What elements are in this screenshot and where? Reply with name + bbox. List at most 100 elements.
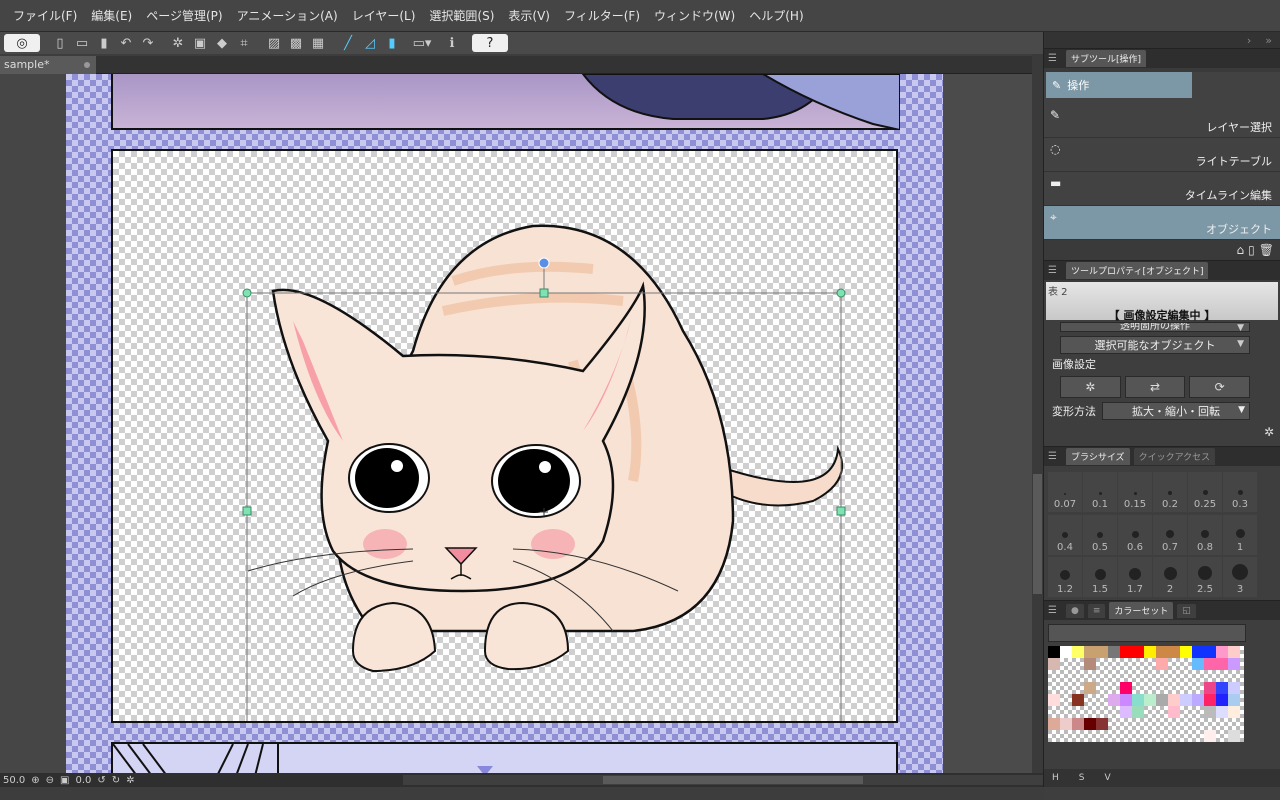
subtool-item-layer-select[interactable]: ✎ レイヤー選択 bbox=[1044, 104, 1280, 138]
color-swatch[interactable] bbox=[1168, 730, 1180, 742]
color-swatch[interactable] bbox=[1096, 694, 1108, 706]
menu-help[interactable]: ヘルプ(H) bbox=[742, 7, 810, 24]
panel-menu-icon[interactable]: ☰ bbox=[1048, 53, 1062, 64]
color-swatch[interactable] bbox=[1168, 646, 1180, 658]
info-icon[interactable]: ℹ bbox=[442, 34, 462, 52]
color-swatch[interactable] bbox=[1060, 646, 1072, 658]
color-swatch[interactable] bbox=[1192, 670, 1204, 682]
help-icon[interactable]: ? bbox=[472, 34, 508, 52]
menu-layer[interactable]: レイヤー(L) bbox=[345, 7, 423, 24]
open-folder-icon[interactable]: ▭ bbox=[72, 34, 92, 52]
color-swatch[interactable] bbox=[1156, 730, 1168, 742]
color-swatch[interactable] bbox=[1108, 694, 1120, 706]
transform-icon[interactable]: ▣ bbox=[190, 34, 210, 52]
color-swatch[interactable] bbox=[1228, 646, 1240, 658]
color-swatch[interactable] bbox=[1072, 718, 1084, 730]
color-swatch[interactable] bbox=[1072, 706, 1084, 718]
redo-icon[interactable]: ↷ bbox=[138, 34, 158, 52]
color-swatch[interactable] bbox=[1096, 646, 1108, 658]
trash-icon[interactable]: 🗑 bbox=[1259, 243, 1274, 257]
color-swatch[interactable] bbox=[1084, 730, 1096, 742]
brush-size-cell[interactable]: 2.5 bbox=[1188, 557, 1222, 598]
color-swatch[interactable] bbox=[1192, 694, 1204, 706]
color-swatch[interactable] bbox=[1096, 706, 1108, 718]
color-swatch[interactable] bbox=[1120, 670, 1132, 682]
flip-icon[interactable]: ⇄ bbox=[1124, 376, 1186, 398]
color-swatch[interactable] bbox=[1060, 718, 1072, 730]
color-swatch[interactable] bbox=[1108, 706, 1120, 718]
snap-grid-icon[interactable]: ▮ bbox=[382, 34, 402, 52]
color-swatch[interactable] bbox=[1180, 670, 1192, 682]
color-swatch[interactable] bbox=[1108, 646, 1120, 658]
brush-size-cell[interactable]: 1.7 bbox=[1118, 557, 1152, 598]
color-swatch[interactable] bbox=[1228, 718, 1240, 730]
fit-icon[interactable]: ▣ bbox=[60, 775, 69, 786]
new-subtool-icon[interactable]: ▯ bbox=[1248, 243, 1255, 257]
tool-property-tab[interactable]: ツールプロパティ[オブジェクト] bbox=[1066, 262, 1209, 279]
color-swatch[interactable] bbox=[1180, 718, 1192, 730]
dock-expand-icon[interactable]: › bbox=[1247, 34, 1251, 47]
color-swatch[interactable] bbox=[1156, 718, 1168, 730]
color-swatch[interactable] bbox=[1228, 682, 1240, 694]
color-swatch[interactable] bbox=[1048, 646, 1060, 658]
color-wheel-tab-icon[interactable]: ● bbox=[1066, 603, 1084, 618]
color-swatch[interactable] bbox=[1216, 694, 1228, 706]
color-swatch[interactable] bbox=[1060, 694, 1072, 706]
canvas-area[interactable] bbox=[0, 74, 1032, 774]
canvas-horizontal-scrollbar[interactable] bbox=[403, 775, 1043, 785]
color-swatch[interactable] bbox=[1096, 718, 1108, 730]
undo-icon[interactable]: ↶ bbox=[116, 34, 136, 52]
panel-menu-icon[interactable]: ☰ bbox=[1048, 605, 1062, 616]
color-swatch[interactable] bbox=[1204, 682, 1216, 694]
color-swatch[interactable] bbox=[1048, 706, 1060, 718]
zoom-in-icon[interactable]: ⊕ bbox=[31, 775, 39, 786]
color-swatch[interactable] bbox=[1120, 658, 1132, 670]
brush-size-cell[interactable]: 0.3 bbox=[1223, 472, 1257, 512]
value-mode[interactable]: V bbox=[1105, 773, 1111, 783]
color-swatch[interactable] bbox=[1084, 706, 1096, 718]
color-swatch[interactable] bbox=[1096, 682, 1108, 694]
color-swatch[interactable] bbox=[1204, 658, 1216, 670]
brush-size-cell[interactable]: 0.25 bbox=[1188, 472, 1222, 512]
color-swatch[interactable] bbox=[1168, 694, 1180, 706]
crop-icon[interactable]: ⌗ bbox=[234, 34, 254, 52]
color-swatch[interactable] bbox=[1120, 730, 1132, 742]
menu-selection[interactable]: 選択範囲(S) bbox=[422, 7, 501, 24]
history-tab-icon[interactable]: ◱ bbox=[1177, 603, 1196, 618]
color-swatch[interactable] bbox=[1132, 730, 1144, 742]
color-swatch[interactable] bbox=[1156, 706, 1168, 718]
menu-page[interactable]: ページ管理(P) bbox=[139, 7, 229, 24]
brush-size-cell[interactable]: 0.2 bbox=[1153, 472, 1187, 512]
comic-panel-cat[interactable] bbox=[111, 149, 898, 723]
color-swatch[interactable] bbox=[1060, 730, 1072, 742]
color-swatch[interactable] bbox=[1108, 718, 1120, 730]
color-swatch[interactable] bbox=[1072, 646, 1084, 658]
rotate-right-icon[interactable]: ↻ bbox=[112, 775, 120, 786]
color-swatch[interactable] bbox=[1132, 658, 1144, 670]
menu-animation[interactable]: アニメーション(A) bbox=[230, 7, 345, 24]
new-file-icon[interactable]: ▯ bbox=[50, 34, 70, 52]
rotate-icon[interactable]: ⟳ bbox=[1189, 376, 1251, 398]
color-swatch[interactable] bbox=[1060, 706, 1072, 718]
quick-access-tab[interactable]: クイックアクセス bbox=[1133, 448, 1216, 465]
color-swatch[interactable] bbox=[1084, 718, 1096, 730]
brush-size-cell[interactable]: 0.7 bbox=[1153, 514, 1187, 555]
menu-file[interactable]: ファイル(F) bbox=[6, 7, 84, 24]
color-swatch[interactable] bbox=[1156, 682, 1168, 694]
color-swatch[interactable] bbox=[1072, 670, 1084, 682]
color-swatch[interactable] bbox=[1120, 718, 1132, 730]
color-swatch[interactable] bbox=[1192, 682, 1204, 694]
brush-size-cell[interactable]: 1.2 bbox=[1048, 557, 1082, 598]
brush-size-cell[interactable]: 1 bbox=[1223, 514, 1257, 555]
color-swatch[interactable] bbox=[1072, 682, 1084, 694]
color-swatch[interactable] bbox=[1204, 694, 1216, 706]
color-swatch[interactable] bbox=[1180, 682, 1192, 694]
color-swatch[interactable] bbox=[1072, 730, 1084, 742]
subtool-item-light-table[interactable]: ◌ ライトテーブル bbox=[1044, 138, 1280, 172]
color-swatch[interactable] bbox=[1216, 706, 1228, 718]
color-swatch[interactable] bbox=[1156, 646, 1168, 658]
color-swatch[interactable] bbox=[1228, 658, 1240, 670]
angle-value[interactable]: 0.0 bbox=[76, 775, 92, 786]
selection-border-icon[interactable]: ▦ bbox=[308, 34, 328, 52]
color-swatch[interactable] bbox=[1216, 658, 1228, 670]
